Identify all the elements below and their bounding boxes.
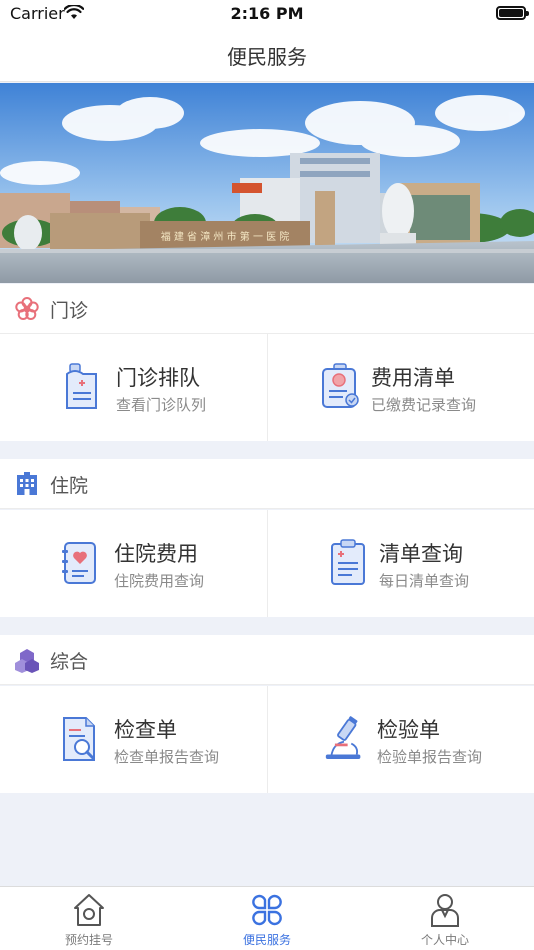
tab-label: 便民服务 bbox=[242, 933, 291, 947]
card-title: 费用清单 bbox=[371, 366, 455, 390]
card-fee-list[interactable]: 费用清单 已缴费记录查询 bbox=[267, 334, 534, 441]
hospital-banner[interactable]: 福 建 省 漳 州 市 第 一 医 院 bbox=[0, 83, 534, 283]
hospital-photo: 福 建 省 漳 州 市 第 一 医 院 bbox=[0, 83, 534, 283]
card-exam-report[interactable]: 检查单 检查单报告查询 bbox=[0, 686, 267, 793]
card-daily-list[interactable]: 清单查询 每日清单查询 bbox=[267, 510, 534, 617]
battery-icon bbox=[496, 6, 529, 20]
person-icon bbox=[431, 894, 459, 927]
hospital-building-icon bbox=[17, 472, 37, 495]
section-inpatient-cards: 住院费用 住院费用查询 清单查询 每日清单查询 bbox=[0, 510, 534, 617]
card-title: 清单查询 bbox=[379, 542, 463, 566]
section-title: 门诊 bbox=[50, 300, 89, 322]
gate-sign: 福 建 省 漳 州 市 第 一 医 院 bbox=[161, 230, 290, 243]
section-outpatient-header: 门诊 bbox=[0, 284, 534, 334]
clock: 2:16 PM bbox=[230, 4, 304, 23]
card-title: 检验单 bbox=[377, 718, 440, 742]
clipboard-icon bbox=[331, 539, 365, 585]
card-title: 住院费用 bbox=[114, 542, 198, 566]
card-lab-report[interactable]: 检验单 检验单报告查询 bbox=[267, 686, 534, 793]
home-icon bbox=[74, 894, 104, 926]
card-outpatient-queue[interactable]: 门诊排队 查看门诊队列 bbox=[0, 334, 267, 441]
document-search-icon bbox=[63, 717, 95, 761]
card-subtitle: 每日清单查询 bbox=[379, 572, 470, 590]
heart-notebook-icon bbox=[62, 542, 96, 584]
section-general-header: 综合 bbox=[0, 635, 534, 685]
tab-label: 预约挂号 bbox=[64, 933, 113, 947]
card-inpatient-fees[interactable]: 住院费用 住院费用查询 bbox=[0, 510, 267, 617]
card-subtitle: 已缴费记录查询 bbox=[371, 396, 477, 414]
cubes-icon bbox=[15, 649, 39, 673]
section-inpatient-header: 住院 bbox=[0, 459, 534, 509]
queue-tag-icon bbox=[66, 363, 97, 409]
tab-profile[interactable]: 个人中心 bbox=[356, 887, 534, 950]
flower-icon bbox=[15, 297, 39, 320]
card-subtitle: 检验单报告查询 bbox=[377, 748, 483, 766]
tab-convenience[interactable]: 便民服务 bbox=[178, 887, 356, 950]
tab-label: 个人中心 bbox=[420, 933, 469, 947]
microscope-icon bbox=[325, 716, 361, 759]
page-title: 便民服务 bbox=[227, 45, 307, 69]
section-general-cards: 检查单 检查单报告查询 检验单 检验单报告查询 bbox=[0, 686, 534, 793]
section-title: 综合 bbox=[50, 651, 89, 673]
tab-appointment[interactable]: 预约挂号 bbox=[0, 887, 178, 950]
status-bar: Carrier 2:16 PM bbox=[0, 0, 534, 28]
card-subtitle: 检查单报告查询 bbox=[114, 748, 220, 766]
section-title: 住院 bbox=[50, 475, 89, 497]
card-subtitle: 住院费用查询 bbox=[114, 572, 205, 590]
clover-icon bbox=[252, 894, 282, 926]
card-title: 检查单 bbox=[114, 718, 177, 742]
card-title: 门诊排队 bbox=[116, 366, 200, 390]
navigation-bar: 便民服务 bbox=[0, 28, 534, 82]
card-subtitle: 查看门诊队列 bbox=[116, 396, 207, 414]
fee-list-icon bbox=[322, 363, 359, 408]
section-outpatient-cards: 门诊排队 查看门诊队列 费用清单 已缴费记录查询 bbox=[0, 334, 534, 441]
tab-bar: 预约挂号 便民服务 个人中心 bbox=[0, 886, 534, 950]
